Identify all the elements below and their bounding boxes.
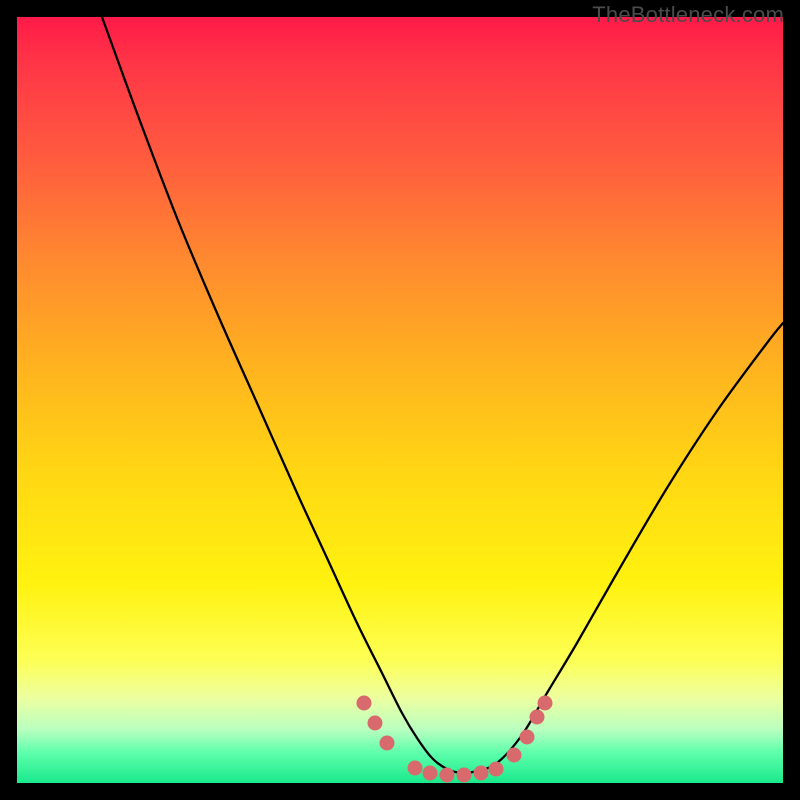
curve-marker	[408, 761, 423, 776]
curve-marker	[380, 736, 395, 751]
curve-marker	[520, 730, 535, 745]
curve-marker	[457, 768, 472, 783]
curve-marker	[474, 766, 489, 781]
chart-frame: TheBottleneck.com	[0, 0, 800, 800]
watermark-text: TheBottleneck.com	[592, 2, 784, 28]
curve-marker	[357, 696, 372, 711]
curve-marker	[368, 716, 383, 731]
curve-marker	[423, 766, 438, 781]
curve-markers	[357, 696, 553, 783]
curve-marker	[530, 710, 545, 725]
bottleneck-curve	[102, 17, 783, 773]
curve-marker	[440, 768, 455, 783]
curve-layer	[17, 17, 783, 783]
curve-marker	[507, 748, 522, 763]
curve-marker	[538, 696, 553, 711]
curve-marker	[489, 762, 504, 777]
